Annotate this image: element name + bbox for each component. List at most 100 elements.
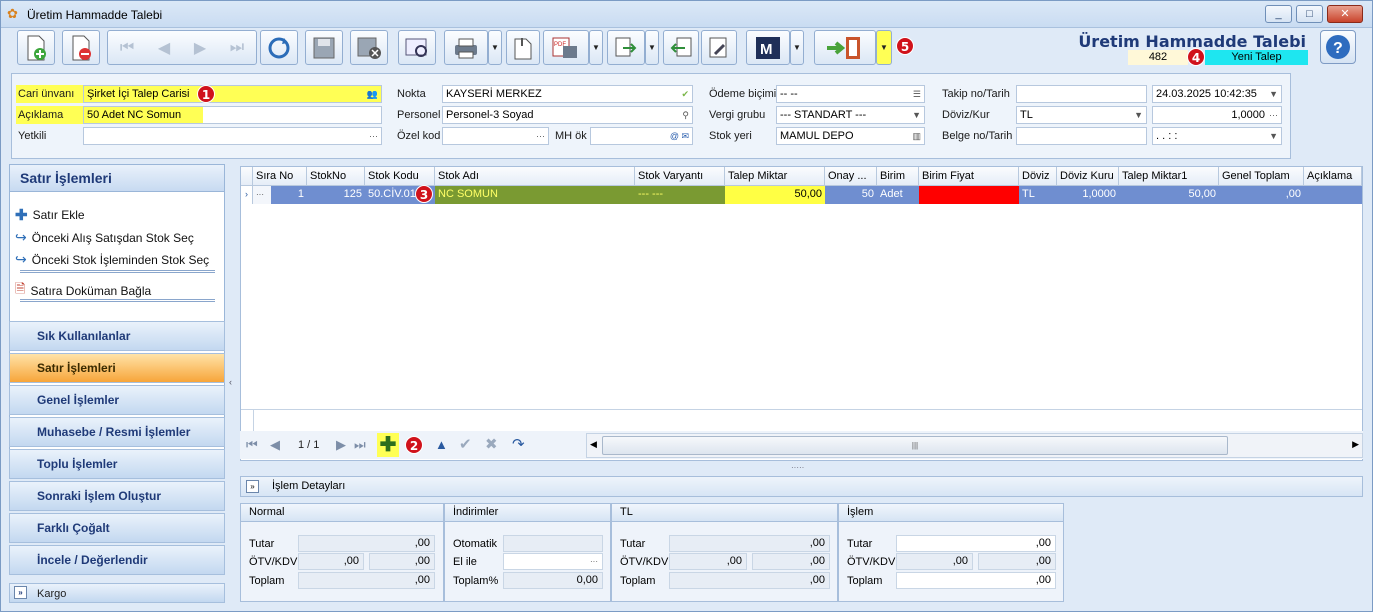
- save-button[interactable]: [305, 30, 343, 65]
- person-search-icon[interactable]: ⚲: [682, 107, 689, 123]
- belge-field[interactable]: [1016, 127, 1147, 145]
- prev-page-icon[interactable]: ◀: [270, 437, 280, 453]
- category-general[interactable]: Genel İşlemler: [9, 385, 225, 415]
- col-genel[interactable]: Genel Toplam: [1219, 167, 1304, 186]
- print-button[interactable]: [444, 30, 488, 65]
- cell-talep1[interactable]: 50,00: [1119, 186, 1219, 204]
- new-document-button[interactable]: [17, 30, 55, 65]
- nokta-field[interactable]: KAYSERİ MERKEZ ✔: [442, 85, 693, 103]
- exit-dropdown[interactable]: ▼: [876, 30, 892, 65]
- scroll-thumb[interactable]: |||: [602, 436, 1228, 455]
- cell-stokno[interactable]: 125: [307, 186, 365, 204]
- col-birim[interactable]: Birim: [877, 167, 919, 186]
- category-bulk[interactable]: Toplu İşlemler: [9, 449, 225, 479]
- cell-aciklama[interactable]: [1304, 186, 1362, 204]
- minimize-button[interactable]: _: [1265, 5, 1292, 23]
- col-stokkodu[interactable]: Stok Kodu: [365, 167, 435, 186]
- ellipsis-icon[interactable]: ···: [369, 128, 378, 144]
- close-button[interactable]: ✕: [1327, 5, 1363, 23]
- email-icon[interactable]: @ ✉: [670, 128, 689, 144]
- preview-button[interactable]: [398, 30, 436, 65]
- maximize-button[interactable]: □: [1296, 5, 1323, 23]
- category-cargo[interactable]: » Kargo: [9, 583, 225, 603]
- chevron-down-icon[interactable]: ▼: [1269, 128, 1278, 144]
- col-kur[interactable]: Döviz Kuru: [1057, 167, 1119, 186]
- discount-manual[interactable]: ···: [503, 553, 603, 570]
- category-review[interactable]: İncele / Değerlendir: [9, 545, 225, 575]
- yetkili-field[interactable]: ···: [83, 127, 382, 145]
- kur-field[interactable]: 1,0000 ···: [1152, 106, 1282, 124]
- cell-onay[interactable]: 50: [825, 186, 877, 204]
- pdf-dropdown[interactable]: ▼: [589, 30, 603, 65]
- col-onay[interactable]: Onay ...: [825, 167, 877, 186]
- first-page-icon[interactable]: ⏮: [246, 437, 258, 453]
- last-record-icon[interactable]: ⏭: [230, 39, 244, 57]
- cell-birimfiyat[interactable]: [919, 186, 1019, 204]
- prev-record-icon[interactable]: ◀: [158, 38, 170, 58]
- cell-doviz[interactable]: TL: [1019, 186, 1057, 204]
- splitter-grip[interactable]: ·····: [791, 463, 804, 472]
- ozelkod-field[interactable]: ···: [442, 127, 549, 145]
- category-accounting[interactable]: Muhasebe / Resmi İşlemler: [9, 417, 225, 447]
- cell-birim[interactable]: Adet: [877, 186, 919, 204]
- import-button[interactable]: [663, 30, 699, 65]
- refresh-button[interactable]: [260, 30, 298, 65]
- col-aciklama[interactable]: Açıklama: [1304, 167, 1362, 186]
- row-ellipsis-icon[interactable]: ···: [253, 186, 271, 204]
- col-stokadi[interactable]: Stok Adı: [435, 167, 635, 186]
- move-up-icon[interactable]: ▲: [435, 437, 448, 452]
- first-record-icon[interactable]: ⏮: [120, 39, 134, 57]
- stokyeri-field[interactable]: MAMUL DEPO ▥: [776, 127, 925, 145]
- pdf-export-button[interactable]: PDF: [543, 30, 589, 65]
- mhok-field[interactable]: @ ✉: [590, 127, 693, 145]
- chevron-down-icon[interactable]: ▼: [1134, 107, 1143, 123]
- col-sira[interactable]: Sıra No: [253, 167, 307, 186]
- vergi-select[interactable]: --- STANDART --- ▼: [776, 106, 925, 124]
- col-talep1[interactable]: Talep Miktar1: [1119, 167, 1219, 186]
- next-record-icon[interactable]: ▶: [194, 38, 206, 58]
- cell-genel[interactable]: ,00: [1219, 186, 1304, 204]
- horizontal-scrollbar[interactable]: ◀ ||| ▶: [586, 433, 1363, 458]
- save-close-button[interactable]: [350, 30, 388, 65]
- islem-tutar[interactable]: ,00: [896, 535, 1056, 552]
- last-page-icon[interactable]: ⏭: [354, 437, 366, 453]
- odeme-field[interactable]: -- -- ☰: [776, 85, 925, 103]
- chevron-down-icon[interactable]: ▼: [1269, 86, 1278, 102]
- print-dropdown[interactable]: ▼: [488, 30, 502, 65]
- category-favorites[interactable]: Sık Kullanılanlar: [9, 321, 225, 351]
- cell-sira[interactable]: 1: [271, 186, 307, 204]
- category-next-operation[interactable]: Sonraki İşlem Oluştur: [9, 481, 225, 511]
- cell-varyant[interactable]: --- ---: [635, 186, 725, 204]
- belge-date-field[interactable]: . . : : ▼: [1152, 127, 1282, 145]
- personel-field[interactable]: Personel-3 Soyad ⚲: [442, 106, 693, 124]
- scroll-right-icon[interactable]: ▶: [1352, 439, 1359, 450]
- col-birimfiyat[interactable]: Birim Fiyat: [919, 167, 1019, 186]
- m-module-button[interactable]: M: [746, 30, 790, 65]
- collapse-handle-icon[interactable]: ‹: [229, 377, 232, 387]
- chevron-down-icon[interactable]: ▼: [912, 107, 921, 123]
- col-talep[interactable]: Talep Miktar: [725, 167, 825, 186]
- category-duplicate[interactable]: Farklı Çoğalt: [9, 513, 225, 543]
- action-prev-stock[interactable]: ↪ Önceki Stok İşleminden Stok Seç: [15, 251, 209, 268]
- ellipsis-icon[interactable]: ···: [536, 128, 545, 144]
- expand-icon[interactable]: »: [14, 586, 27, 599]
- cell-kur[interactable]: 1,0000: [1057, 186, 1119, 204]
- exit-button[interactable]: [814, 30, 876, 65]
- export-button[interactable]: [607, 30, 645, 65]
- cell-talep[interactable]: 50,00: [725, 186, 825, 204]
- cancel-icon[interactable]: ✖: [485, 435, 498, 453]
- col-varyant[interactable]: Stok Varyantı: [635, 167, 725, 186]
- check-icon[interactable]: ✔: [681, 86, 689, 102]
- scroll-left-icon[interactable]: ◀: [590, 439, 597, 450]
- attach-button[interactable]: [506, 30, 540, 65]
- doviz-select[interactable]: TL ▼: [1016, 106, 1147, 124]
- category-row-operations[interactable]: Satır İşlemleri: [9, 353, 225, 383]
- redo-icon[interactable]: ↷: [512, 435, 525, 453]
- col-stokno[interactable]: StokNo: [307, 167, 365, 186]
- delete-document-button[interactable]: [62, 30, 100, 65]
- export-dropdown[interactable]: ▼: [645, 30, 659, 65]
- action-add-row[interactable]: ✚ Satır Ekle: [15, 206, 85, 224]
- islem-toplam[interactable]: ,00: [896, 572, 1056, 589]
- takip-field[interactable]: [1016, 85, 1147, 103]
- tools-button[interactable]: [701, 30, 737, 65]
